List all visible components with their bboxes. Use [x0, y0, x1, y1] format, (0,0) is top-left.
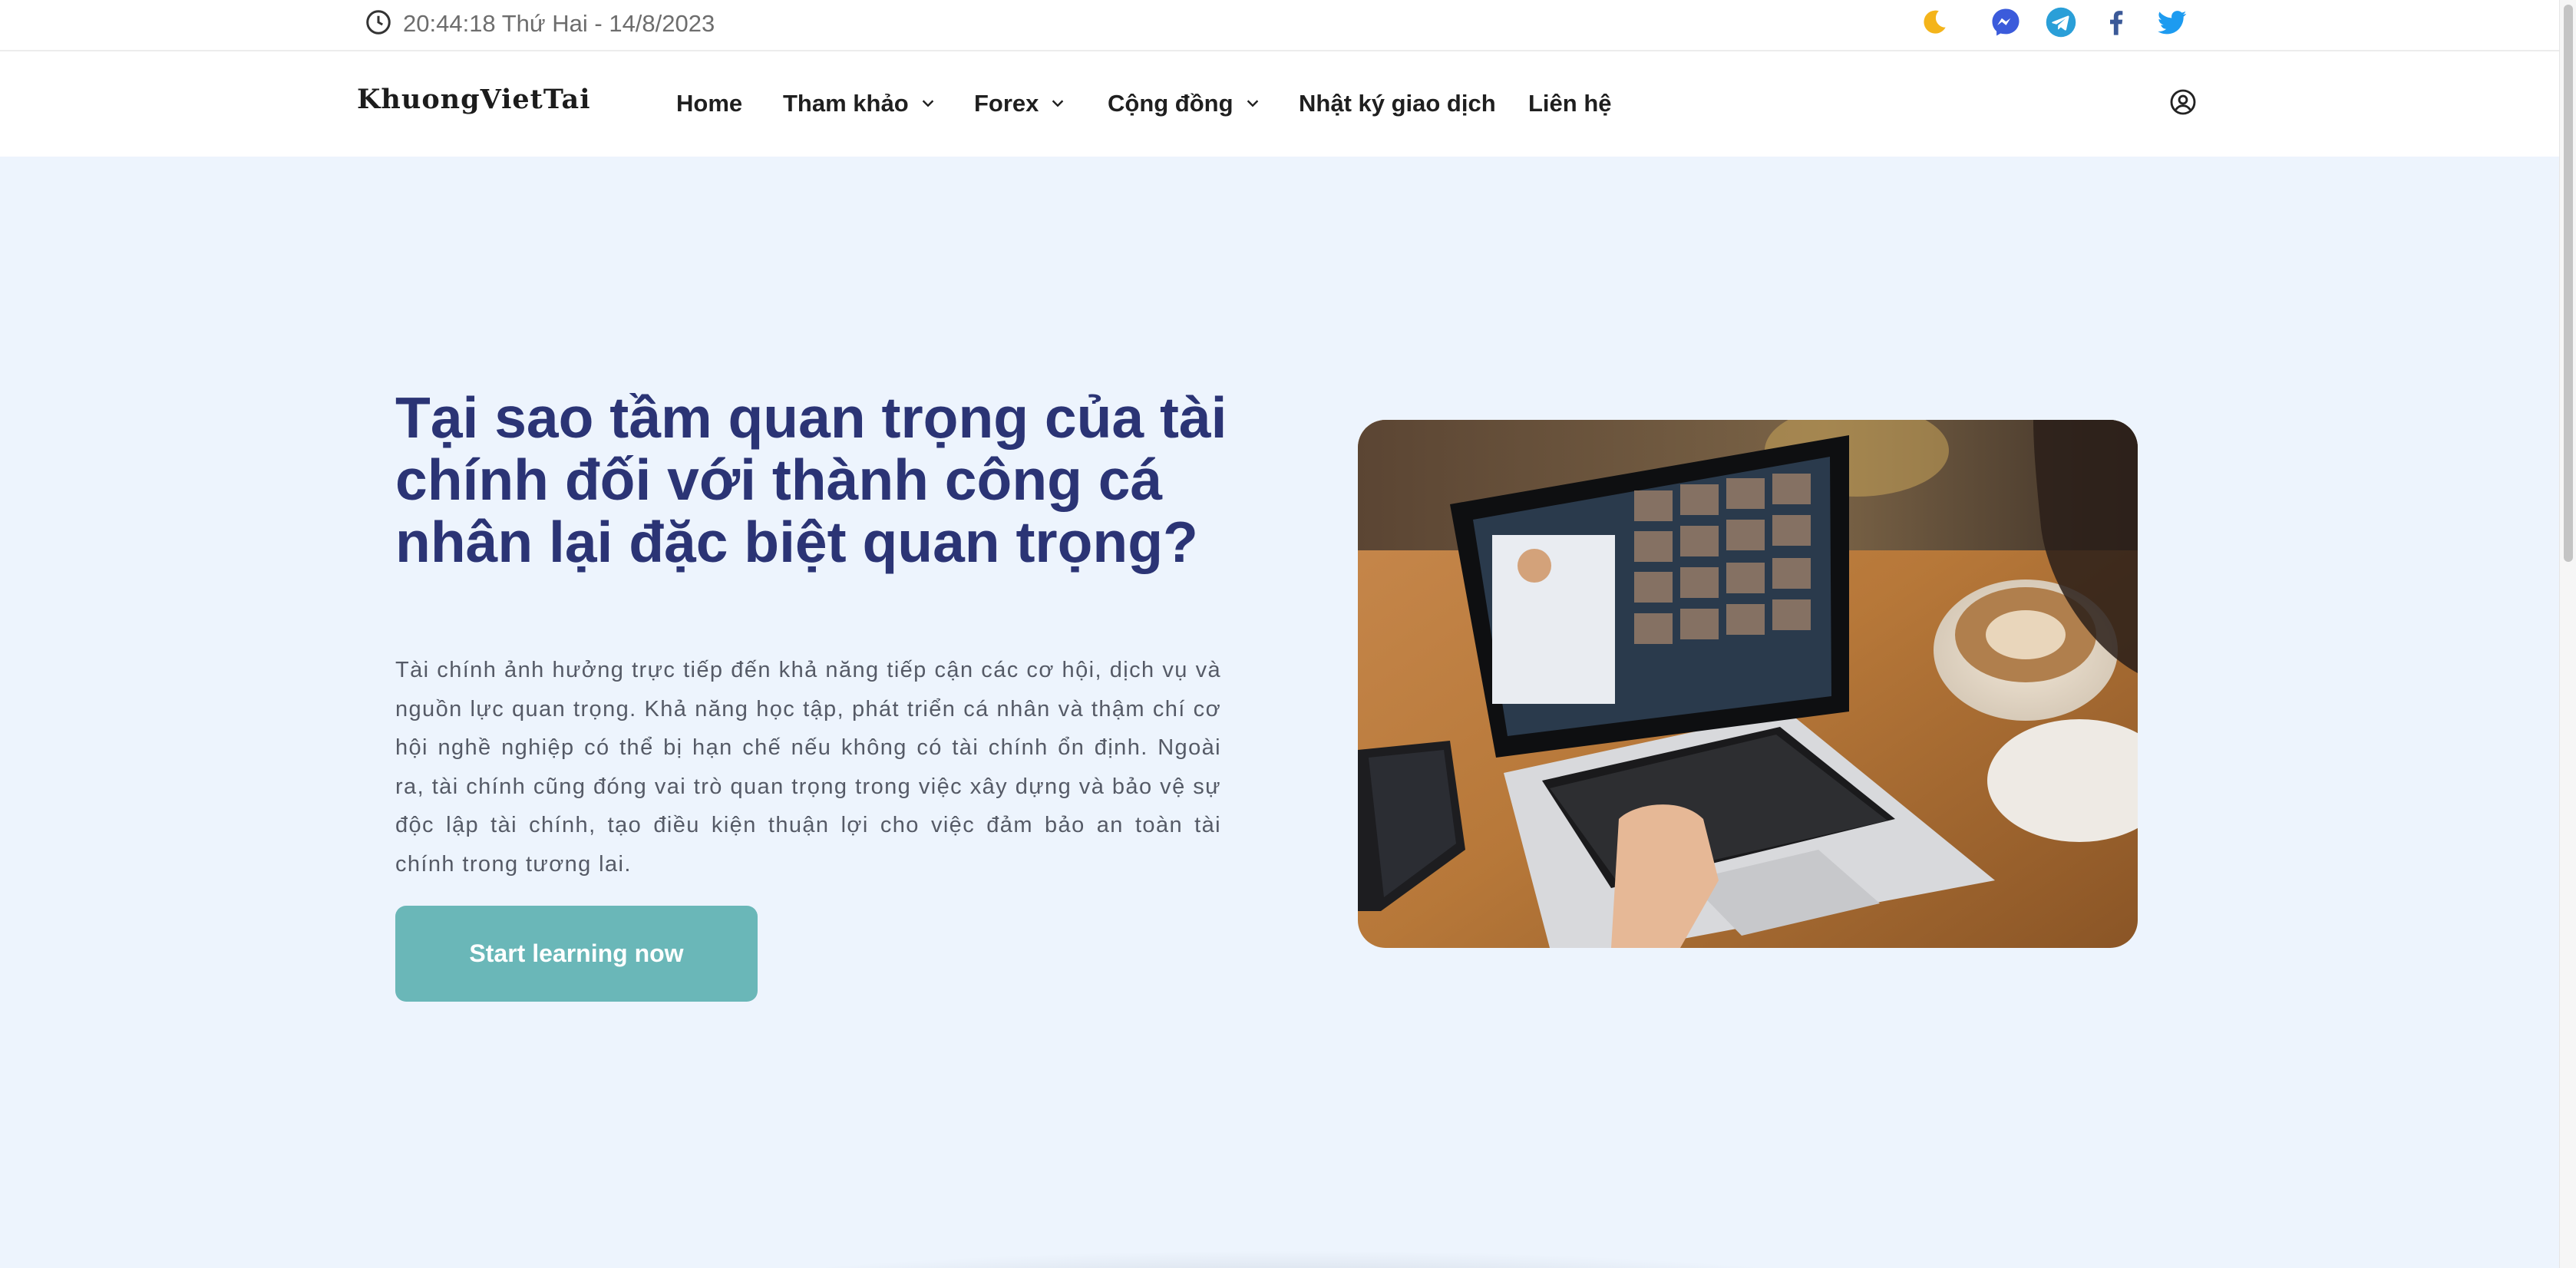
top-bar: 20:44:18 Thứ Hai - 14/8/2023: [0, 0, 2559, 51]
nav-item-label: Nhật ký giao dịch: [1299, 90, 1496, 117]
telegram-icon[interactable]: [2043, 5, 2079, 40]
user-account-icon[interactable]: [2169, 88, 2197, 116]
start-learning-button[interactable]: Start learning now: [395, 906, 758, 1002]
section-shadow: [675, 1250, 1904, 1268]
facebook-icon[interactable]: [2098, 5, 2135, 40]
nav-item-tham-khao[interactable]: Tham khảo: [783, 88, 936, 119]
page-scrollbar[interactable]: [2559, 0, 2576, 1268]
nav-item-forex[interactable]: Forex: [974, 88, 1066, 119]
chevron-down-icon: [1049, 90, 1066, 117]
nav-item-label: Cộng đồng: [1108, 90, 1234, 117]
hero-laptop-video-call-image: [1358, 420, 2138, 948]
nav-item-label: Tham khảo: [783, 90, 909, 117]
chevron-down-icon: [920, 90, 936, 117]
nav-item-label: Forex: [974, 90, 1039, 117]
site-logo[interactable]: KhuongVietTai: [357, 84, 591, 115]
main-navbar: KhuongVietTai Home Tham khảo Forex Cộng …: [0, 53, 2559, 157]
hero-description: Tài chính ảnh hưởng trực tiếp đến khả nă…: [395, 658, 1221, 877]
nav-item-nhat-ky-giao-dich[interactable]: Nhật ký giao dịch: [1299, 88, 1496, 119]
datetime-display: 20:44:18 Thứ Hai - 14/8/2023: [365, 8, 715, 39]
hero-section: Tại sao tầm quan trọng của tài chính đối…: [0, 157, 2559, 1268]
hero-title: Tại sao tầm quan trọng của tài chính đối…: [395, 385, 1227, 574]
clock-icon: [365, 8, 392, 40]
nav-item-label: Home: [676, 90, 743, 117]
scrollbar-thumb[interactable]: [2564, 5, 2573, 562]
nav-item-cong-dong[interactable]: Cộng đồng: [1108, 88, 1261, 119]
messenger-icon[interactable]: [1987, 5, 2024, 40]
nav-item-lien-he[interactable]: Liên hệ: [1528, 88, 1612, 119]
datetime-text: 20:44:18 Thứ Hai - 14/8/2023: [403, 10, 715, 37]
chevron-down-icon: [1244, 90, 1261, 117]
nav-item-label: Liên hệ: [1528, 90, 1612, 117]
twitter-icon[interactable]: [2153, 5, 2191, 40]
nav-item-home[interactable]: Home: [676, 88, 742, 119]
moon-icon[interactable]: [1916, 5, 1953, 40]
